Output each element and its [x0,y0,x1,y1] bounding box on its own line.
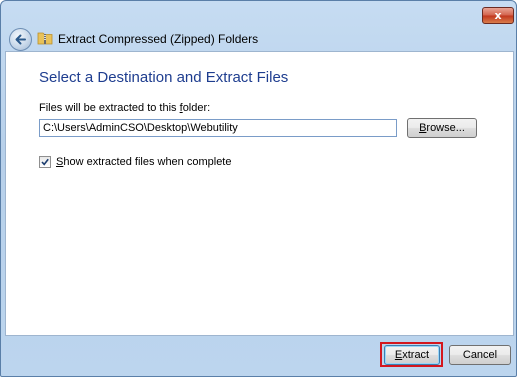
show-files-text: how extracted files when complete [63,156,232,168]
cancel-button[interactable]: Cancel [449,345,511,365]
destination-label-prefix: Files will be extracted to this [39,102,180,114]
destination-path-input[interactable]: C:\Users\AdminCSO\Desktop\Webutility [39,119,397,137]
extract-label: xtract [402,349,430,361]
title-bar: x Extract Compressed (Zipped) Folders [1,1,516,51]
content-panel: Select a Destination and Extract Files F… [5,51,514,336]
back-arrow-icon [15,34,26,45]
back-button[interactable] [9,28,32,51]
dialog-window: x Extract Compressed (Zipped) Folders Se… [0,0,517,377]
extract-button[interactable]: Extract [384,345,440,365]
zip-folder-icon [37,32,53,45]
destination-label: Files will be extracted to this folder: [39,102,210,114]
checkmark-icon [41,158,49,166]
page-heading: Select a Destination and Extract Files [39,69,289,86]
show-files-label[interactable]: Show extracted files when complete [56,156,232,168]
browse-label: rowse... [426,122,465,134]
destination-label-suffix: older: [182,102,211,114]
browse-button[interactable]: Browse... [407,118,477,138]
window-title: Extract Compressed (Zipped) Folders [58,32,259,46]
close-icon: x [494,9,502,22]
show-files-checkbox[interactable] [39,156,51,168]
close-button[interactable]: x [482,7,514,24]
